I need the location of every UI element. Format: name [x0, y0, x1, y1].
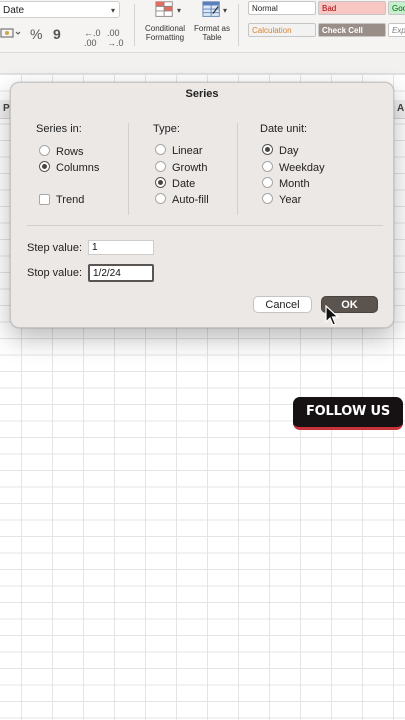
comma-style-button[interactable]: 9 [53, 26, 61, 42]
number-format-dropdown[interactable]: Date ▾ [0, 1, 120, 18]
dialog-divider [27, 225, 383, 226]
radio-rows[interactable]: Rows [39, 145, 99, 159]
checkbox-label: Trend [56, 194, 85, 206]
cell-style-check-cell[interactable]: Check Cell [318, 23, 386, 37]
radio-button[interactable] [262, 177, 273, 188]
stop-value-input[interactable] [88, 264, 154, 282]
radio-label: Weekday [279, 162, 325, 174]
radio-label: Month [279, 178, 310, 190]
group-divider [237, 123, 238, 215]
formula-bar-area [0, 53, 405, 74]
radio-button-selected[interactable] [155, 177, 166, 188]
accounting-format-icon[interactable] [0, 26, 22, 43]
trend-checkbox[interactable]: Trend [39, 193, 99, 207]
radio-button[interactable] [39, 145, 50, 156]
column-header[interactable]: P [3, 103, 10, 114]
radio-button-selected[interactable] [262, 144, 273, 155]
chevron-down-icon[interactable]: ▾ [177, 6, 181, 15]
radio-growth[interactable]: Growth [155, 161, 215, 175]
chevron-down-icon[interactable]: ▾ [223, 6, 227, 15]
increase-decimal-button[interactable]: ←.0 .00 [84, 28, 101, 48]
follow-us-badge[interactable]: FOLLOW US [293, 397, 403, 430]
radio-label: Day [279, 145, 299, 157]
radio-month[interactable]: Month [262, 177, 322, 191]
radio-label: Year [279, 194, 302, 206]
type-title: Type: [153, 123, 180, 135]
stop-value-label: Stop value: [27, 267, 83, 279]
radio-button[interactable] [155, 161, 166, 172]
format-as-table-icon [202, 1, 220, 17]
cell-style-calculation[interactable]: Calculation [248, 23, 316, 37]
checkbox[interactable] [39, 194, 50, 205]
radio-button[interactable] [262, 161, 273, 172]
number-format-value: Date [3, 5, 25, 16]
ribbon-divider [134, 4, 135, 46]
radio-label: Auto-fill [172, 194, 209, 206]
radio-label: Rows [56, 146, 84, 158]
conditional-formatting-button[interactable]: Conditional Formatting [140, 0, 190, 42]
radio-button[interactable] [155, 193, 166, 204]
radio-label: Growth [172, 162, 208, 174]
radio-label: Date [172, 178, 196, 190]
cell-style-exp[interactable]: Exp [388, 23, 405, 37]
radio-weekday[interactable]: Weekday [262, 161, 332, 175]
chevron-down-icon: ▾ [110, 6, 115, 15]
conditional-formatting-icon [155, 1, 173, 17]
step-value-label: Step value: [27, 242, 83, 254]
ribbon-toolbar: Date ▾ % 9 ←.0 .00 .00 →.0 Conditional F… [0, 0, 405, 53]
radio-button-selected[interactable] [39, 161, 50, 172]
cell-style-bad[interactable]: Bad [318, 1, 386, 15]
format-as-table-label: Format as Table [193, 24, 230, 42]
radio-button[interactable] [262, 193, 273, 204]
column-header[interactable]: A [397, 103, 404, 114]
decrease-decimal-button[interactable]: .00 →.0 [107, 28, 124, 48]
cell-style-goo[interactable]: Goo [388, 1, 405, 15]
radio-year[interactable]: Year [262, 193, 322, 207]
radio-date[interactable]: Date [155, 177, 215, 191]
dialog-title: Series [185, 88, 219, 100]
radio-linear[interactable]: Linear [155, 144, 215, 158]
cancel-button[interactable]: Cancel [253, 296, 312, 313]
conditional-formatting-label: Conditional Formatting [144, 24, 186, 42]
radio-button[interactable] [155, 144, 166, 155]
cell-style-normal[interactable]: Normal [248, 1, 316, 15]
ribbon-divider [238, 4, 239, 46]
mouse-pointer-icon [325, 305, 339, 326]
radio-columns[interactable]: Columns [39, 161, 119, 175]
group-divider [128, 123, 129, 215]
series-in-title: Series in: [36, 123, 82, 135]
series-dialog: Series Series in: Rows Columns Trend Typ… [10, 82, 394, 328]
percent-style-button[interactable]: % [30, 26, 42, 42]
radio-label: Columns [56, 162, 100, 174]
radio-label: Linear [172, 145, 203, 157]
step-value-input[interactable] [88, 240, 154, 255]
radio-day[interactable]: Day [262, 144, 322, 158]
radio-auto-fill[interactable]: Auto-fill [155, 193, 225, 207]
date-unit-title: Date unit: [260, 123, 308, 135]
